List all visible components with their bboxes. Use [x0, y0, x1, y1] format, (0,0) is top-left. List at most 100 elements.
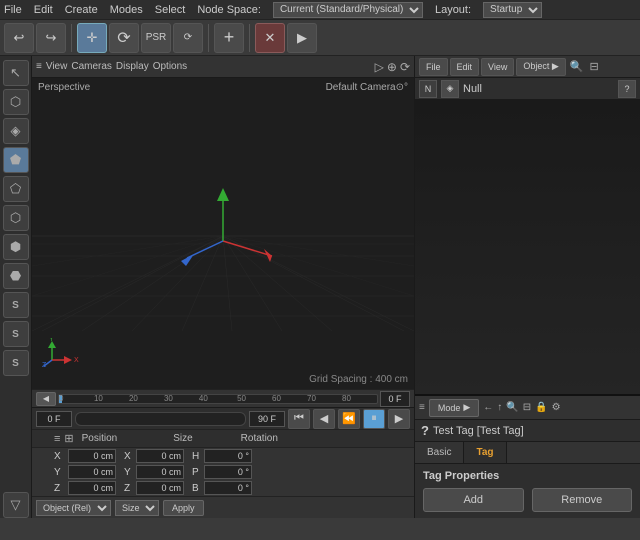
layout-select[interactable]: Startup — [483, 2, 542, 18]
layout-label: Layout: — [435, 4, 471, 16]
fps-input[interactable] — [249, 411, 285, 427]
vt-icon-arrow[interactable]: ▷ — [375, 60, 384, 74]
vt-hamburger[interactable]: ≡ — [36, 61, 42, 72]
viewport-label: Perspective — [38, 82, 90, 93]
rp-object-btn[interactable]: Object ▶ — [516, 58, 565, 76]
vt-view[interactable]: View — [46, 61, 68, 72]
null-help-icon[interactable]: ? — [618, 80, 636, 98]
null-tag-icon: ◈ — [441, 80, 459, 98]
pb-play[interactable]: ▶ — [388, 409, 410, 429]
z-size-input[interactable] — [136, 481, 184, 495]
y-size-input[interactable] — [136, 465, 184, 479]
timeline-scroll-left[interactable]: ◀ — [36, 392, 56, 406]
sidebar-icon-shape1[interactable]: ⬡ — [3, 89, 29, 115]
timeline-track[interactable]: 0 10 20 30 40 50 60 70 80 — [58, 394, 378, 404]
redo-button[interactable]: ↪ — [36, 23, 66, 53]
node-space-select[interactable]: Current (Standard/Physical) — [273, 2, 423, 18]
sidebar-icon-shape3[interactable]: ⬟ — [3, 147, 29, 173]
sidebar-icon-shape6[interactable]: ⬣ — [3, 263, 29, 289]
rp-view-btn[interactable]: View — [481, 58, 514, 76]
menu-select[interactable]: Select — [155, 4, 186, 16]
tab-basic[interactable]: Basic — [415, 442, 464, 463]
sidebar-icon-s2[interactable]: S — [3, 321, 29, 347]
vt-icon-nav1[interactable]: ⊕ — [387, 60, 397, 74]
sidebar-icon-shape2[interactable]: ◈ — [3, 118, 29, 144]
pb-skip-start[interactable]: ⏮ — [288, 409, 310, 429]
sidebar-icon-bottom[interactable]: ▽ — [3, 492, 29, 518]
rp-file-btn[interactable]: File — [419, 58, 448, 76]
test-tag-label: Test Tag [Test Tag] — [433, 425, 524, 437]
tick-60: 60 — [272, 395, 281, 403]
rp-bottom: ≡ Mode ▶ ← ↑ 🔍 ⊟ 🔒 ⚙ ? Test Tag [Test Ta… — [415, 394, 640, 518]
undo-button[interactable]: ↩ — [4, 23, 34, 53]
svg-text:X: X — [74, 357, 79, 364]
toolbar: ↩ ↪ ✛ ⟳ PSR ⟳ + ✕ ▶ — [0, 20, 640, 56]
scale-button[interactable]: PSR — [141, 23, 171, 53]
coord-bottom: Object (Rel) Size Apply — [32, 496, 414, 518]
remove-tag-button[interactable]: Remove — [532, 488, 633, 512]
test-tag-icon: ? — [421, 423, 429, 438]
frame-display[interactable] — [380, 391, 410, 407]
pb-prev-frame[interactable]: ◀ — [313, 409, 335, 429]
mode-arrow-left[interactable]: ← — [483, 402, 493, 413]
z-pos-input[interactable] — [68, 481, 116, 495]
pb-pause[interactable]: ⏸ — [363, 409, 385, 429]
add-button[interactable]: + — [214, 23, 244, 53]
rp-object-view-inner — [415, 100, 640, 394]
viewport-svg — [32, 78, 414, 389]
y-pos-input[interactable] — [68, 465, 116, 479]
frame-input[interactable] — [36, 411, 72, 427]
mode-gear[interactable]: ⚙ — [552, 402, 561, 413]
b-rot-input[interactable] — [204, 481, 252, 495]
rp-edit-btn[interactable]: Edit — [450, 58, 480, 76]
mode-lock[interactable]: 🔒 — [535, 402, 547, 413]
vt-icon-nav2[interactable]: ⟳ — [400, 60, 410, 74]
h-rot-input[interactable] — [204, 449, 252, 463]
vt-cameras[interactable]: Cameras — [71, 61, 112, 72]
p-rot-input[interactable] — [204, 465, 252, 479]
panel-icon-arrows[interactable]: ⊞ — [64, 432, 73, 445]
vt-options[interactable]: Options — [153, 61, 187, 72]
menu-create[interactable]: Create — [65, 4, 98, 16]
rotate-button[interactable]: ⟳ — [109, 23, 139, 53]
tab-tag[interactable]: Tag — [464, 442, 506, 463]
psr-button[interactable]: ⟳ — [173, 23, 203, 53]
mode-arrow-up[interactable]: ↑ — [497, 402, 502, 413]
b-label: B — [192, 483, 202, 494]
coord-headers: ≡ ⊞ Position Size Rotation — [32, 430, 414, 448]
menu-file[interactable]: File — [4, 4, 22, 16]
apply-button[interactable]: Apply — [163, 500, 204, 516]
sidebar-icon-cube[interactable]: ⬢ — [3, 234, 29, 260]
rp-filter-icon[interactable]: ⊟ — [590, 60, 599, 73]
node-space-label: Node Space: — [197, 4, 261, 16]
vt-display[interactable]: Display — [116, 61, 149, 72]
menu-modes[interactable]: Modes — [110, 4, 143, 16]
mode-hamburger[interactable]: ≡ — [419, 402, 425, 413]
mode-button[interactable]: Mode ▶ — [429, 399, 479, 417]
sidebar-icon-shape5[interactable]: ⬡ — [3, 205, 29, 231]
x-size-input[interactable] — [136, 449, 184, 463]
tag-properties: Tag Properties Add Remove — [415, 464, 640, 518]
mode-search[interactable]: 🔍 — [506, 402, 518, 413]
size-mode-select[interactable]: Size — [115, 500, 159, 516]
mode-filter[interactable]: ⊟ — [523, 402, 531, 413]
move-button[interactable]: ✛ — [77, 23, 107, 53]
viewport-3d[interactable]: Perspective Default Camera⊙° — [32, 78, 414, 389]
fps-slider[interactable] — [75, 412, 246, 426]
sidebar-icon-s3[interactable]: S — [3, 350, 29, 376]
rp-search-icon[interactable]: 🔍 — [570, 60, 584, 73]
render-button[interactable]: ▶ — [287, 23, 317, 53]
x-label: X — [54, 451, 64, 462]
sidebar-icon-cursor[interactable]: ↖ — [3, 60, 29, 86]
panel-icon-hamburger[interactable]: ≡ — [54, 433, 60, 445]
sidebar-icon-s1[interactable]: S — [3, 292, 29, 318]
menu-edit[interactable]: Edit — [34, 4, 53, 16]
h-label: H — [192, 451, 202, 462]
x-pos-input[interactable] — [68, 449, 116, 463]
add-tag-button[interactable]: Add — [423, 488, 524, 512]
coord-mode-select[interactable]: Object (Rel) — [36, 500, 111, 516]
pb-rewind[interactable]: ⏪ — [338, 409, 360, 429]
sidebar-icon-shape4[interactable]: ⬠ — [3, 176, 29, 202]
close-button[interactable]: ✕ — [255, 23, 285, 53]
left-sidebar: ↖ ⬡ ◈ ⬟ ⬠ ⬡ ⬢ ⬣ S S S ▽ — [0, 56, 32, 518]
